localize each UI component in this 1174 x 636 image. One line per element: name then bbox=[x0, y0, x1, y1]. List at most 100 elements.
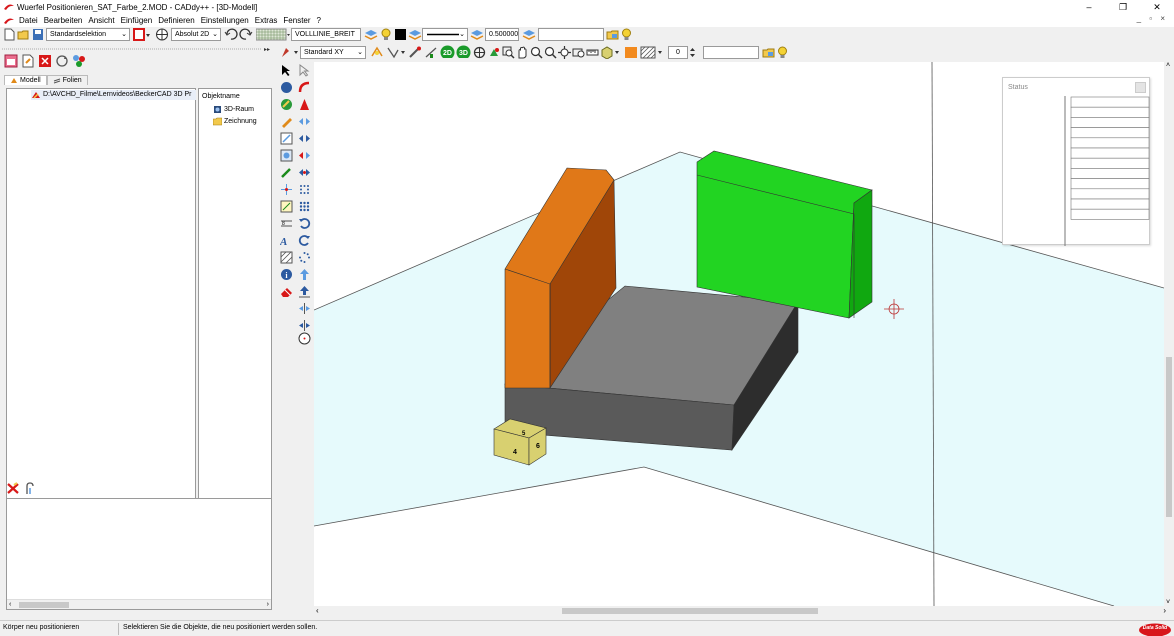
coordinate-mode-icon[interactable] bbox=[155, 28, 169, 41]
edit-tool-icon[interactable] bbox=[280, 149, 293, 162]
object-3d-icon[interactable] bbox=[600, 46, 620, 59]
transform-icon[interactable] bbox=[280, 132, 293, 145]
measure-distance-icon[interactable]: 8 bbox=[280, 217, 293, 230]
select-arrow-icon[interactable] bbox=[280, 64, 293, 77]
new-file-icon[interactable] bbox=[3, 28, 15, 41]
grid-icon[interactable] bbox=[256, 28, 290, 41]
group-icon[interactable] bbox=[72, 54, 86, 68]
lightbulb-icon[interactable] bbox=[776, 46, 789, 59]
scroll-up-icon[interactable]: ˄ bbox=[1166, 62, 1170, 69]
import-icon[interactable] bbox=[21, 54, 35, 68]
color-swatch-icon[interactable] bbox=[394, 28, 407, 41]
redo-icon[interactable] bbox=[239, 28, 253, 41]
rotate-copy-icon[interactable] bbox=[298, 234, 311, 247]
object-item-3d-raum[interactable]: 3D-Raum bbox=[213, 105, 254, 114]
line-style-select[interactable]: ⌄ bbox=[422, 28, 468, 41]
hatch-pattern-icon[interactable] bbox=[640, 46, 664, 59]
folder-layers-icon[interactable] bbox=[606, 28, 619, 41]
vscroll-thumb[interactable] bbox=[1166, 357, 1172, 517]
delete-icon[interactable] bbox=[38, 54, 52, 68]
target-point-icon[interactable] bbox=[298, 332, 311, 345]
line-width-field[interactable]: 0.500000 bbox=[485, 28, 519, 41]
menu-einstellungen[interactable]: Einstellungen bbox=[198, 16, 252, 25]
crosshair-icon[interactable] bbox=[280, 183, 293, 196]
scroll-left-icon[interactable]: ‹ bbox=[316, 606, 319, 615]
view-select[interactable]: Standard XY ⌄ bbox=[300, 46, 366, 59]
property-tool-icon[interactable] bbox=[24, 482, 36, 495]
object-name-list[interactable]: Objektname 3D-Raum Zeichnung bbox=[198, 88, 272, 520]
line-type-field[interactable]: VOLLLINIE_BREIT bbox=[291, 28, 361, 41]
brush-icon[interactable] bbox=[280, 166, 293, 179]
menu-ansicht[interactable]: Ansicht bbox=[85, 16, 117, 25]
view-tool-icon[interactable] bbox=[280, 46, 300, 59]
zoom-all-icon[interactable] bbox=[558, 46, 571, 59]
mode-3d-button[interactable]: 3D bbox=[456, 45, 471, 58]
lightbulb-icon[interactable] bbox=[620, 28, 633, 41]
text-tool-icon[interactable]: A bbox=[280, 234, 293, 247]
layer-stack-icon[interactable] bbox=[408, 28, 422, 41]
layer-stack-icon[interactable] bbox=[470, 28, 484, 41]
array-icon[interactable] bbox=[298, 200, 311, 213]
restore-button[interactable]: ❐ bbox=[1106, 0, 1140, 14]
pan-hand-icon[interactable] bbox=[516, 46, 529, 59]
delete-property-icon[interactable] bbox=[6, 482, 20, 495]
coordinate-mode-select[interactable]: Absolut 2D ⌄ bbox=[171, 28, 221, 41]
tree-root-item[interactable]: D:\AVCHD_Filme\Lernvideos\BeckerCAD 3D P… bbox=[31, 90, 196, 100]
dot-grid-icon[interactable] bbox=[298, 183, 311, 196]
scroll-down-icon[interactable]: ˅ bbox=[1166, 599, 1170, 606]
menu-einfuegen[interactable]: Einfügen bbox=[118, 16, 156, 25]
menu-extras[interactable]: Extras bbox=[252, 16, 281, 25]
color-orange-icon[interactable] bbox=[624, 46, 638, 59]
close-button[interactable]: ✕ bbox=[1140, 0, 1174, 14]
tab-folien[interactable]: Folien bbox=[46, 75, 88, 85]
scroll-right-icon[interactable]: › bbox=[267, 601, 269, 608]
zoom-in-icon[interactable] bbox=[530, 46, 543, 59]
model-view-icon[interactable] bbox=[4, 54, 18, 68]
move-up-icon[interactable] bbox=[298, 268, 311, 281]
point-red-icon[interactable] bbox=[298, 98, 311, 111]
menu-fenster[interactable]: Fenster bbox=[280, 16, 313, 25]
scroll-right-icon[interactable]: › bbox=[1163, 606, 1166, 615]
solid-sphere-icon[interactable] bbox=[280, 81, 293, 94]
zoom-window-icon[interactable] bbox=[502, 46, 515, 59]
refresh-icon[interactable] bbox=[55, 54, 69, 68]
info-icon[interactable]: i bbox=[280, 268, 293, 281]
snap-point-icon[interactable] bbox=[370, 46, 384, 59]
zoom-extent-icon[interactable] bbox=[572, 46, 585, 59]
align-center-icon[interactable] bbox=[298, 319, 311, 332]
open-folder-icon[interactable] bbox=[17, 28, 30, 41]
align-up-icon[interactable] bbox=[298, 285, 311, 298]
fillet-icon[interactable] bbox=[298, 81, 311, 94]
layer-stack-icon[interactable] bbox=[364, 28, 378, 41]
dimension-icon[interactable] bbox=[280, 200, 293, 213]
zoom-out-icon[interactable] bbox=[544, 46, 557, 59]
hscroll-thumb[interactable] bbox=[562, 608, 818, 614]
measure-icon[interactable] bbox=[424, 46, 438, 59]
scroll-left-icon[interactable]: ‹ bbox=[9, 601, 11, 608]
layer-number-field[interactable]: 0 bbox=[668, 46, 688, 59]
property-panel[interactable]: ‹ › bbox=[6, 498, 272, 610]
menu-bearbeiten[interactable]: Bearbeiten bbox=[41, 16, 86, 25]
rotate-view-icon[interactable] bbox=[473, 46, 486, 59]
mode-2d-button[interactable]: 2D bbox=[440, 45, 455, 58]
viewport-vscrollbar[interactable]: ˄ ˅ bbox=[1164, 62, 1174, 606]
undo-icon[interactable] bbox=[224, 28, 238, 41]
mdi-window-controls[interactable]: _ ▫ × bbox=[1137, 14, 1168, 23]
view-name-field[interactable] bbox=[703, 46, 759, 59]
move-icon[interactable] bbox=[298, 132, 311, 145]
save-icon[interactable] bbox=[32, 28, 44, 41]
select-alt-icon[interactable] bbox=[298, 64, 311, 77]
lightbulb-icon[interactable] bbox=[379, 28, 393, 41]
menu-datei[interactable]: Datei bbox=[16, 16, 41, 25]
folder-layers-icon[interactable] bbox=[762, 46, 775, 59]
selection-filter-icon[interactable] bbox=[133, 28, 151, 41]
mirror-icon[interactable] bbox=[298, 115, 311, 128]
viewport-hscrollbar[interactable]: ‹ › bbox=[314, 606, 1174, 616]
spinner-icon[interactable] bbox=[689, 46, 696, 59]
menu-definieren[interactable]: Definieren bbox=[155, 16, 197, 25]
solid-extrude-icon[interactable] bbox=[280, 98, 293, 111]
draw-pen-icon[interactable] bbox=[408, 46, 422, 59]
rotate-icon[interactable] bbox=[298, 217, 311, 230]
panel-grip[interactable]: ▸▸ bbox=[0, 47, 276, 51]
hatch-tool-icon[interactable] bbox=[280, 251, 293, 264]
